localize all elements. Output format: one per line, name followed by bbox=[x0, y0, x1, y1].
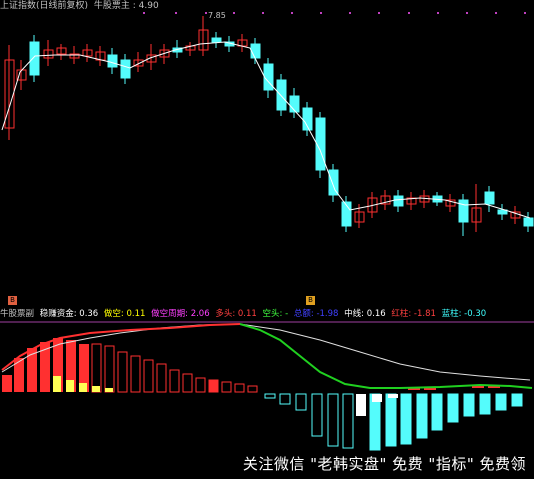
candle-body bbox=[523, 217, 534, 227]
red-outline-bar bbox=[117, 351, 128, 393]
cyan-histogram-bar bbox=[311, 393, 323, 437]
chart-title: 上证指数(日线前复权) bbox=[0, 1, 89, 11]
cyan-histogram-bar bbox=[264, 393, 276, 399]
white-bar bbox=[372, 394, 382, 402]
top-dot bbox=[495, 12, 497, 14]
red-outline-bar bbox=[169, 369, 180, 393]
yellow-bar bbox=[79, 383, 87, 392]
buy-marker: B bbox=[8, 296, 17, 305]
cyan-histogram-bar bbox=[369, 393, 381, 451]
indicator-param: 牛股票主 : 4.90 bbox=[93, 1, 159, 11]
cyan-histogram-bar bbox=[479, 393, 491, 415]
cyan-histogram-bar bbox=[431, 393, 443, 431]
top-dot bbox=[466, 12, 468, 14]
indicator-header: 牛股票副 稳赚资金: 0.36 做空: 0.11 做空周期: 2.06 多头: … bbox=[0, 308, 534, 320]
cyan-histogram-bar bbox=[385, 393, 397, 447]
red-outline-bar bbox=[156, 363, 167, 393]
indicator-item: 稳赚资金: 0.36 bbox=[39, 309, 99, 319]
red-outline-bar bbox=[130, 355, 141, 393]
green-signal-line bbox=[239, 323, 533, 389]
cyan-histogram-bar bbox=[342, 393, 354, 449]
candle-body bbox=[484, 191, 495, 205]
top-dot bbox=[408, 12, 410, 14]
candle-body bbox=[211, 37, 222, 43]
cyan-histogram-bar bbox=[463, 393, 475, 417]
cyan-histogram-bar bbox=[295, 393, 307, 411]
cyan-histogram-bar bbox=[495, 393, 507, 411]
white-bar bbox=[388, 394, 398, 398]
high-price-label: 7.85 bbox=[208, 11, 226, 20]
top-dot bbox=[320, 12, 322, 14]
yellow-bar bbox=[66, 380, 74, 392]
indicator-item: 多头: 0.11 bbox=[215, 309, 257, 319]
candle-body bbox=[263, 63, 274, 91]
candle-body bbox=[250, 43, 261, 59]
red-outline-bar bbox=[195, 377, 206, 393]
candle-body bbox=[29, 41, 40, 76]
top-dot bbox=[378, 12, 380, 14]
cyan-histogram-bar bbox=[511, 393, 523, 407]
red-histogram-bar bbox=[14, 358, 24, 392]
top-dot bbox=[349, 12, 351, 14]
candle-body bbox=[107, 54, 118, 68]
top-dot bbox=[175, 12, 177, 14]
top-dot bbox=[437, 12, 439, 14]
cyan-histogram-bar bbox=[447, 393, 459, 423]
top-dot bbox=[233, 12, 235, 14]
chart-header: 上证指数(日线前复权) 牛股票主 : 4.90 bbox=[0, 0, 534, 12]
candle-body bbox=[120, 59, 131, 79]
buy-marker: B bbox=[306, 296, 315, 305]
candle-body bbox=[328, 169, 339, 196]
indicator-item: 蓝柱: -0.30 bbox=[441, 309, 487, 319]
yellow-bar bbox=[105, 388, 113, 392]
red-outline-bar bbox=[182, 373, 193, 393]
top-dot bbox=[143, 12, 145, 14]
red-histogram-bar bbox=[2, 375, 12, 392]
cyan-histogram-bar bbox=[416, 393, 428, 439]
indicator-item: 做空周期: 2.06 bbox=[151, 309, 210, 319]
candle-body bbox=[458, 199, 469, 223]
red-outline-bar bbox=[104, 345, 115, 393]
top-dot bbox=[291, 12, 293, 14]
cyan-histogram-bar bbox=[400, 393, 412, 445]
red-outline-bar bbox=[234, 383, 245, 393]
yellow-bar bbox=[92, 386, 100, 392]
top-dot bbox=[262, 12, 264, 14]
indicator-name: 牛股票副 bbox=[0, 309, 35, 319]
white-bar bbox=[356, 394, 366, 416]
candle-body bbox=[276, 79, 287, 111]
red-outline-bar bbox=[143, 359, 154, 393]
red-outline-bar bbox=[221, 381, 232, 393]
red-signal-line bbox=[1, 323, 241, 371]
candle-body bbox=[393, 195, 404, 207]
cyan-histogram-bar bbox=[279, 393, 291, 405]
yellow-bar bbox=[53, 376, 61, 392]
red-outline-bar bbox=[208, 379, 219, 393]
red-outline-bar bbox=[247, 385, 258, 393]
stock-chart bbox=[0, 12, 534, 451]
indicator-item: 总额: -1.98 bbox=[293, 309, 339, 319]
indicator-item: 做空: 0.11 bbox=[103, 309, 146, 319]
watermark-text: 关注微信 "老韩实盘" 免费 "指标" 免费领 bbox=[242, 455, 526, 473]
cyan-histogram-bar bbox=[327, 393, 339, 447]
indicator-item: 空头: - bbox=[262, 309, 289, 319]
top-dot bbox=[524, 12, 526, 14]
indicator-item: 红柱: -1.81 bbox=[391, 309, 436, 319]
red-outline-bar bbox=[91, 343, 102, 393]
candle-body bbox=[289, 95, 300, 113]
top-dot bbox=[205, 12, 207, 14]
indicator-item: 中线: 0.16 bbox=[344, 309, 386, 319]
